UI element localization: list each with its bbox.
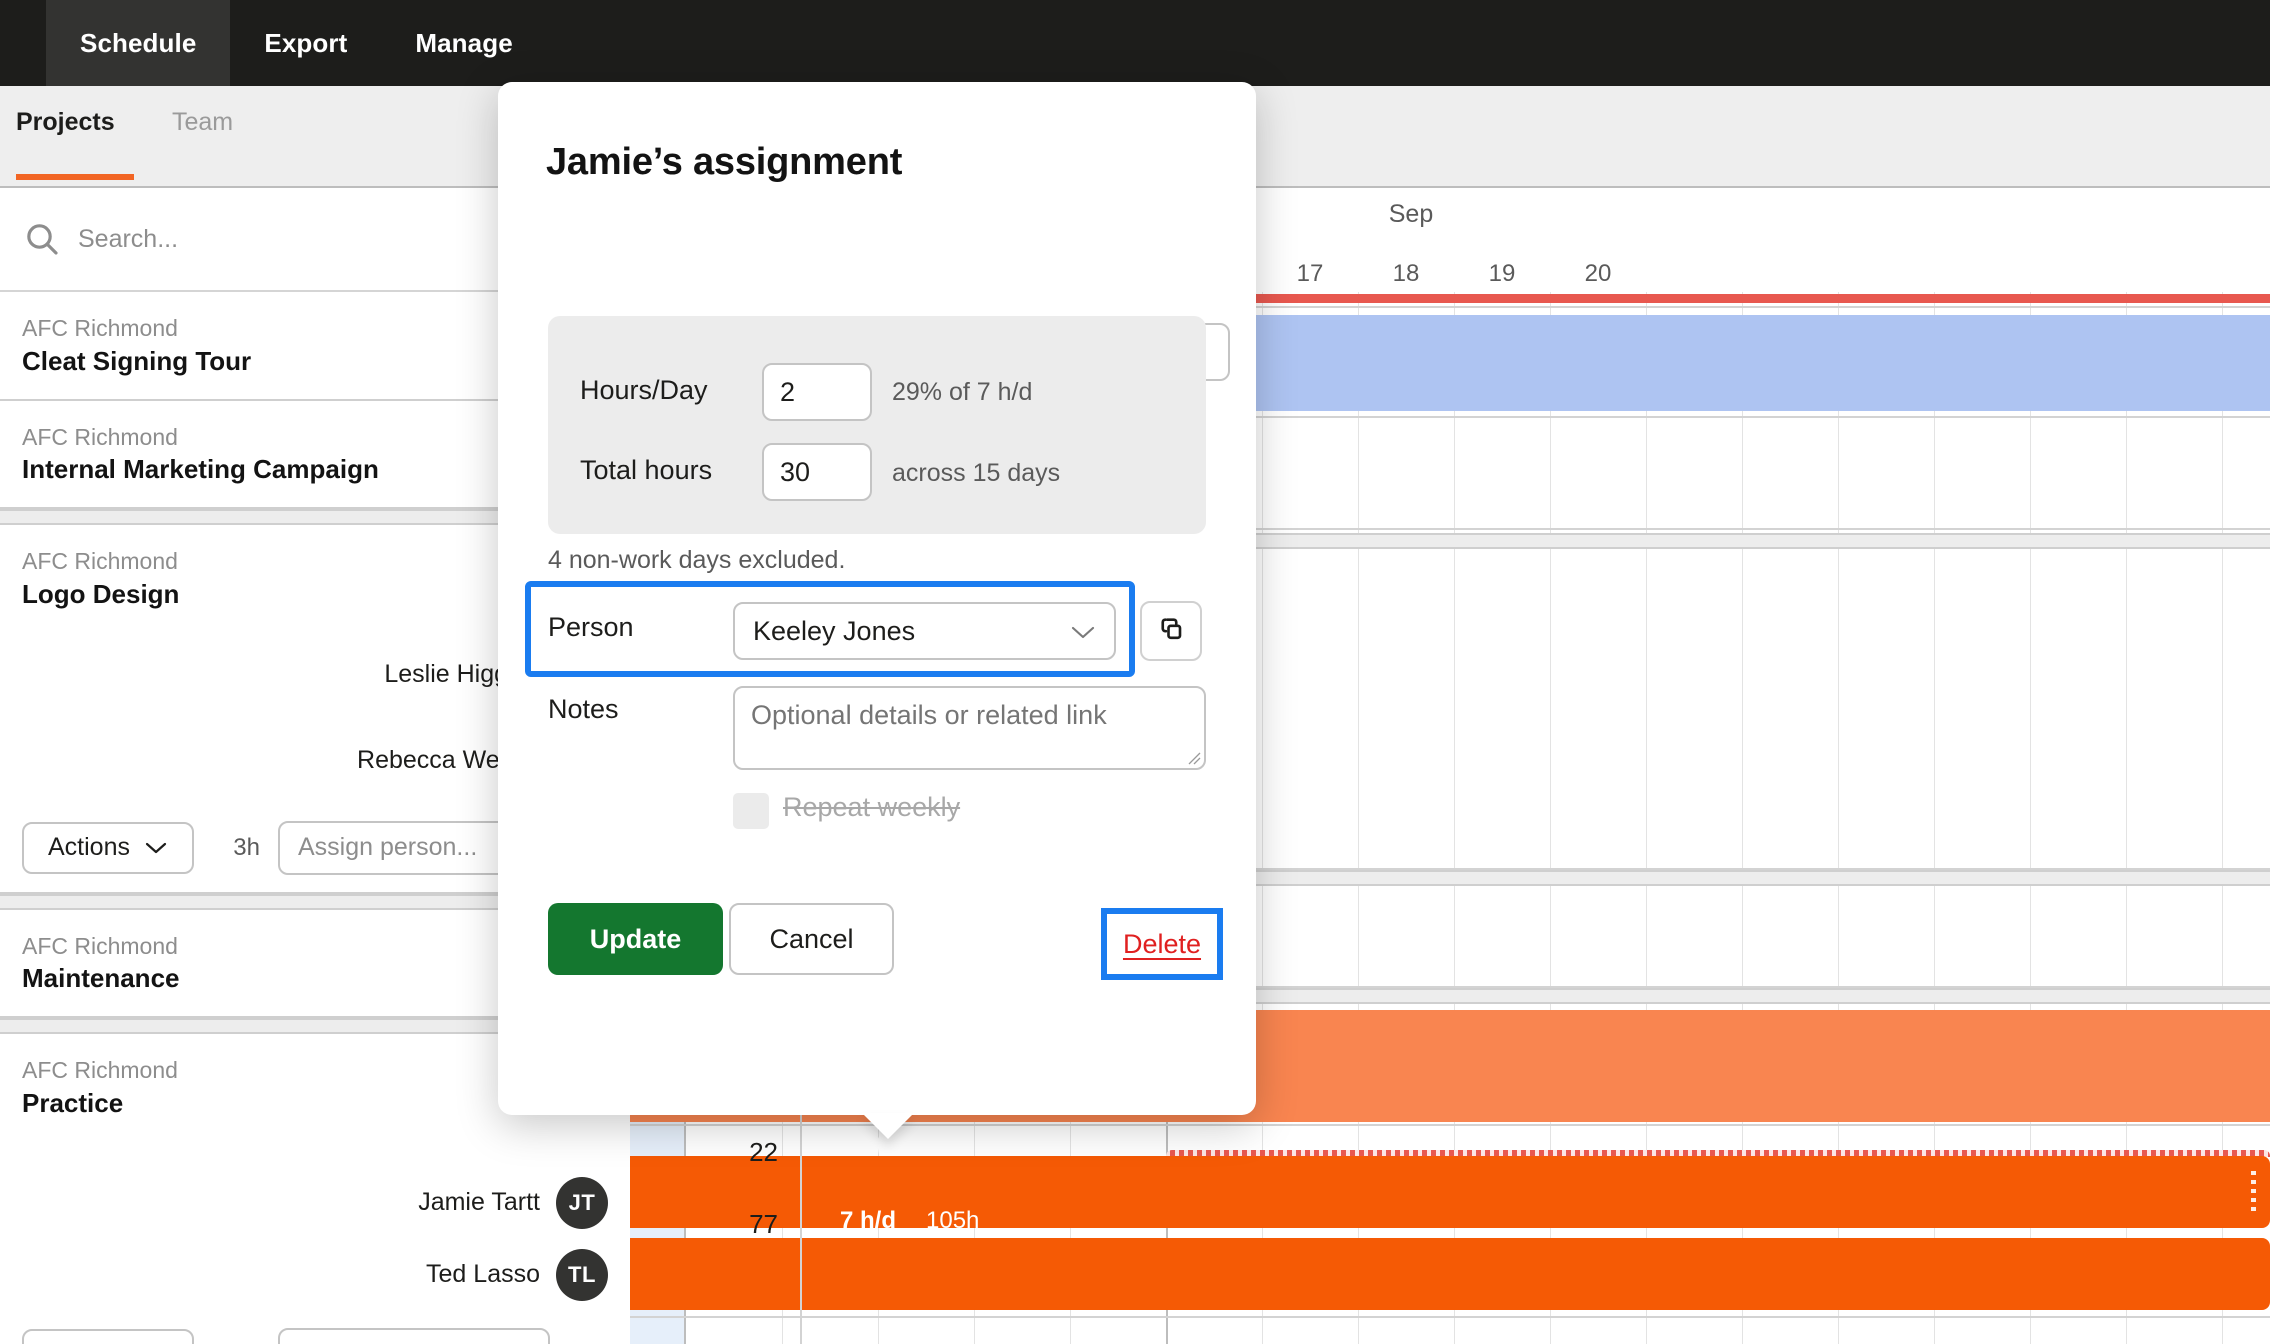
cancel-button[interactable]: Cancel <box>729 903 894 975</box>
avatar: JT <box>556 1176 608 1229</box>
day-label: 18 <box>1392 260 1420 287</box>
day-label: 17 <box>1296 260 1324 287</box>
tab-projects-label: Projects <box>16 108 115 136</box>
bar-cleat-signing-tour-b[interactable] <box>1240 315 2270 411</box>
modal-pointer <box>862 1113 914 1139</box>
assign-person-dropdown-practice[interactable]: Assign person... <box>278 1327 550 1344</box>
bar-ted-hours-per-day: 7 h/d <box>840 1207 897 1234</box>
bar-ted-total-hours: 105h <box>926 1207 980 1234</box>
copy-assignment-button[interactable] <box>1140 601 1202 661</box>
delete-button-focus-ring: Delete <box>1101 908 1223 980</box>
nav-item-schedule[interactable]: Schedule <box>46 0 231 86</box>
tab-team-label: Team <box>172 108 234 136</box>
repeat-weekly-label: Repeat weekly <box>783 792 961 822</box>
nav-item-schedule-label: Schedule <box>80 27 197 58</box>
allocation-total-jamie: 22 <box>749 1136 778 1167</box>
allocation-column-divider <box>800 1094 802 1344</box>
hours-per-day-input[interactable] <box>762 363 872 421</box>
nav-left-spacer <box>0 0 46 86</box>
copy-icon <box>1156 614 1186 649</box>
hours-per-day-note: 29% of 7 h/d <box>892 378 1033 406</box>
update-button[interactable]: Update <box>548 903 723 975</box>
search-icon <box>22 219 62 259</box>
person-label: Person <box>548 612 634 642</box>
tab-team[interactable]: Team <box>172 108 233 137</box>
bar-ted-lasso-label-group: 7 h/d 105h <box>830 1195 1270 1255</box>
total-hours-note: across 15 days <box>892 459 1061 487</box>
person-name: Jamie Tartt <box>418 1188 540 1217</box>
search-input[interactable] <box>76 223 496 255</box>
tab-projects[interactable]: Projects <box>16 108 115 137</box>
total-hours-label: Total hours <box>580 455 713 485</box>
modal-title: Jamie’s assignment <box>546 141 903 183</box>
nav-item-export[interactable]: Export <box>230 0 381 86</box>
person-select-value: Keeley Jones <box>753 615 916 646</box>
actions-dropdown-practice[interactable]: Actions <box>22 1328 194 1344</box>
nav-item-manage-label: Manage <box>415 27 513 58</box>
repeat-weekly-checkbox <box>733 793 769 829</box>
chevron-down-icon <box>1070 616 1096 647</box>
actions-dropdown-label: Actions <box>48 1340 130 1344</box>
drag-handle-right-icon[interactable] <box>2251 1171 2256 1213</box>
day-label: 19 <box>1488 260 1516 287</box>
chevron-down-icon <box>508 1340 532 1344</box>
chevron-down-icon <box>144 1340 168 1344</box>
resize-grip-icon[interactable] <box>1186 750 1202 771</box>
tab-projects-underline <box>16 174 134 180</box>
actions-dropdown-logo-design[interactable]: Actions <box>22 821 194 874</box>
avatar: TL <box>556 1248 608 1301</box>
notes-textarea[interactable] <box>733 686 1206 770</box>
delete-link[interactable]: Delete <box>1123 929 1201 960</box>
assign-person-placeholder: Assign person... <box>298 1340 477 1344</box>
list-item[interactable]: Ted Lasso TL <box>0 1239 630 1311</box>
chevron-down-icon <box>144 833 168 862</box>
total-hours-input[interactable] <box>762 443 872 501</box>
hours-panel <box>548 316 1206 534</box>
project-duration: 3h <box>233 833 260 861</box>
assign-person-placeholder: Assign person... <box>298 833 478 862</box>
hours-per-day-label: Hours/Day <box>580 375 708 405</box>
person-select[interactable]: Keeley Jones <box>733 602 1116 660</box>
nav-item-manage[interactable]: Manage <box>381 0 546 86</box>
nav-item-export-label: Export <box>264 27 348 58</box>
bar-jamie-total-hours: 30h <box>926 1134 967 1161</box>
project-footer: Actions 1m Assign person... <box>0 1311 630 1344</box>
list-item[interactable]: Jamie Tartt JT <box>0 1167 630 1239</box>
actions-dropdown-label: Actions <box>48 833 130 862</box>
nonwork-days-note: 4 non-work days excluded. <box>548 546 846 574</box>
allocation-total-ted: 77 <box>749 1208 778 1239</box>
day-label: 20 <box>1584 260 1612 287</box>
top-navigation-bar: Schedule Export Manage <box>0 0 2270 86</box>
assignment-modal: Jamie’s assignment Dates to Hours/Day 29… <box>498 82 1256 1115</box>
person-name: Ted Lasso <box>426 1260 540 1289</box>
notes-label: Notes <box>548 694 619 724</box>
